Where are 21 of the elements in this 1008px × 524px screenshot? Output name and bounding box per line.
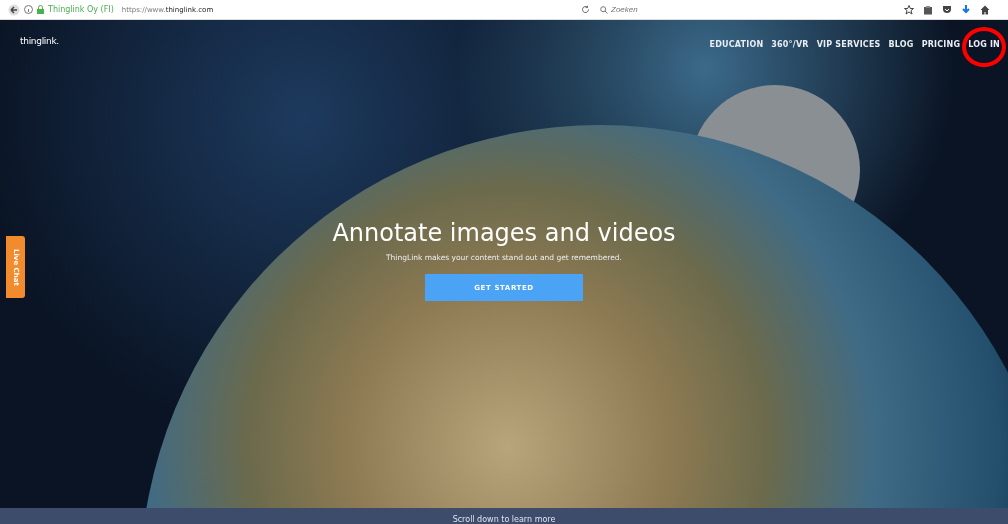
lock-icon: [37, 5, 44, 14]
search-field[interactable]: Zoeken: [611, 5, 761, 14]
nav-link[interactable]: EDUCATION: [709, 40, 764, 49]
site-identity: Thinglink Oy (FI): [48, 5, 114, 14]
info-icon[interactable]: [24, 5, 33, 14]
clipboard-icon[interactable]: [923, 4, 933, 15]
home-icon[interactable]: [980, 4, 990, 15]
logo[interactable]: thinglink.: [20, 35, 59, 46]
nav-link[interactable]: LOG IN: [968, 40, 1000, 49]
pocket-icon[interactable]: [942, 4, 952, 15]
reload-icon[interactable]: [581, 5, 590, 14]
scroll-hint: Scroll down to learn more: [452, 515, 556, 524]
star-icon[interactable]: [904, 4, 914, 15]
back-arrow-icon[interactable]: [8, 3, 20, 16]
hero-title: Annotate images and videos: [332, 219, 676, 247]
nav-link[interactable]: VIP SERVICES: [816, 40, 881, 49]
nav-link[interactable]: 360°/VR: [771, 40, 809, 49]
search-icon: [600, 5, 608, 14]
nav-link[interactable]: PRICING: [921, 40, 961, 49]
nav-link[interactable]: BLOG: [888, 40, 914, 49]
download-icon[interactable]: [961, 4, 971, 15]
